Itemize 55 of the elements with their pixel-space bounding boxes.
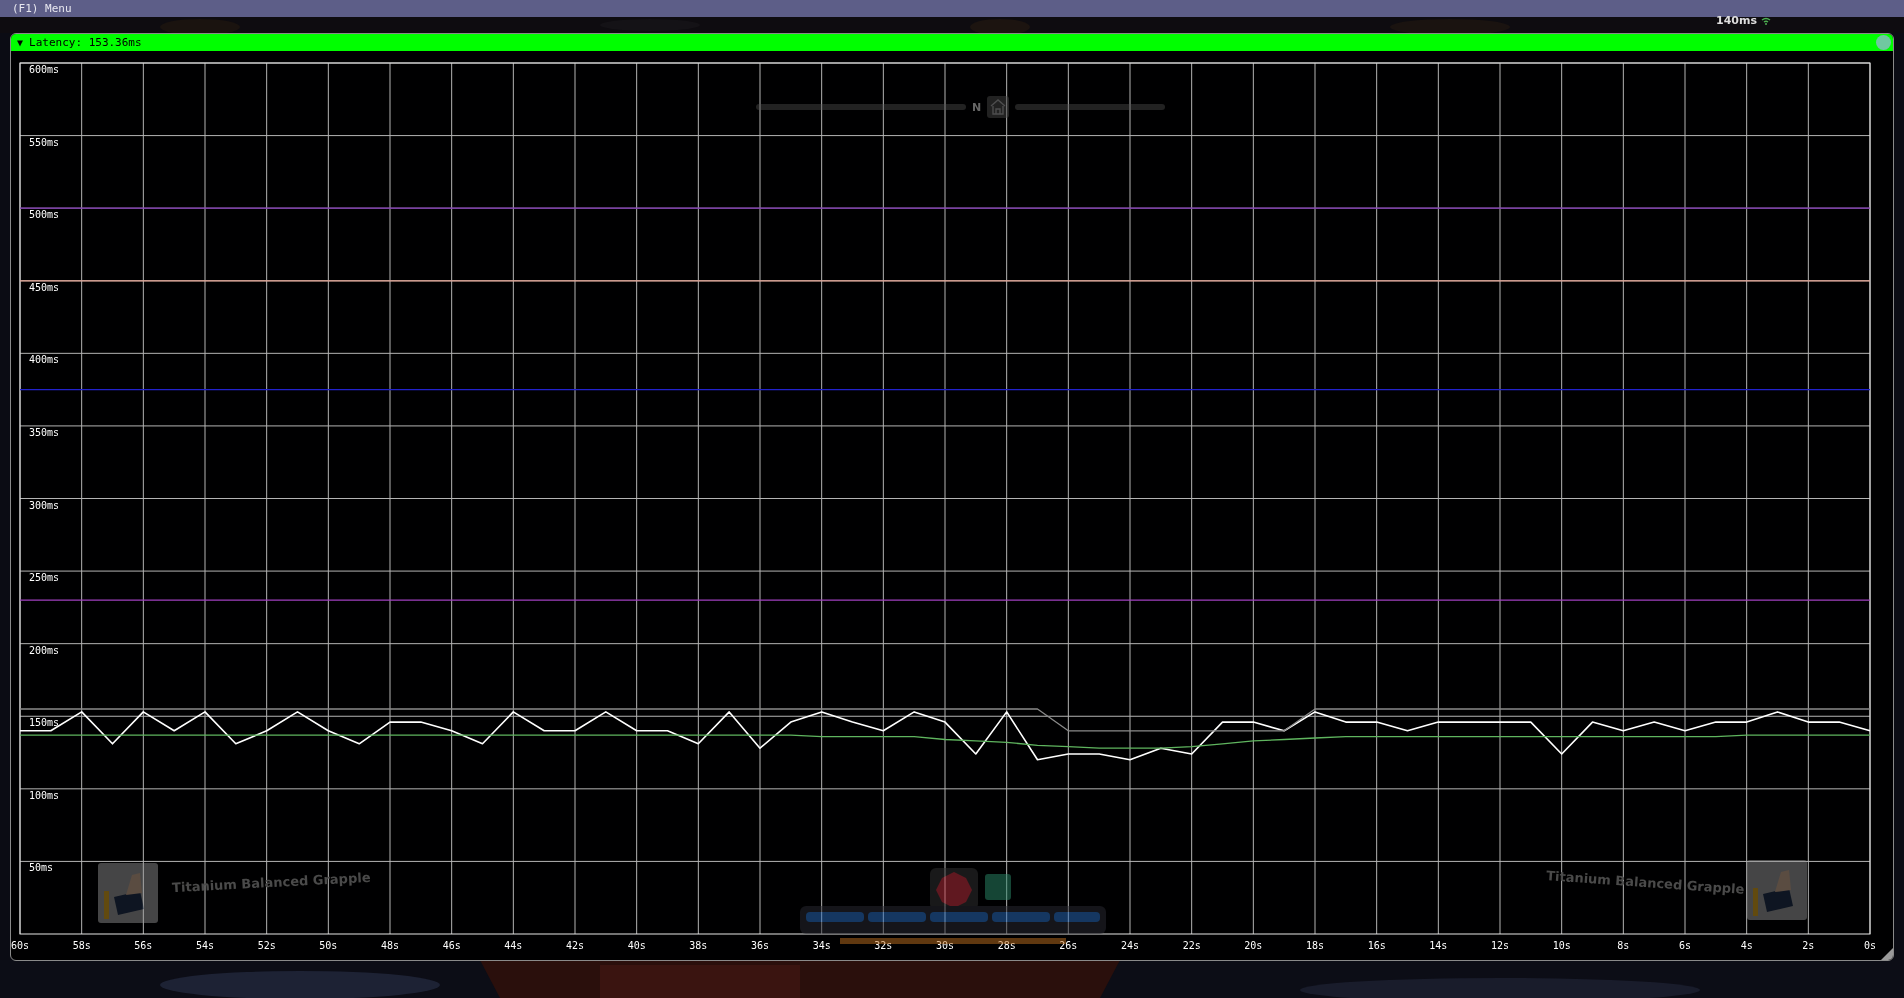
x-axis-label: 6s	[1679, 940, 1691, 951]
compass-letter: N	[972, 100, 982, 114]
item-label: Titanium Balanced Grapple	[1545, 868, 1745, 897]
house-icon	[987, 96, 1010, 118]
grapple-icon	[96, 861, 160, 925]
x-axis-label: 2s	[1802, 940, 1815, 951]
y-axis-label: 450ms	[29, 281, 60, 293]
x-axis-label: 8s	[1617, 940, 1630, 951]
item-label: Titanium Balanced Grapple	[171, 869, 371, 896]
x-axis-label: 58s	[72, 940, 91, 951]
x-axis-label: 46s	[442, 940, 461, 951]
x-axis-label: 18s	[1305, 940, 1325, 951]
y-axis-label: 500ms	[29, 209, 60, 221]
x-axis-label: 14s	[1429, 940, 1448, 951]
x-axis-label: 40s	[627, 940, 646, 951]
x-axis-label: 22s	[1182, 940, 1201, 951]
x-axis-label: 48s	[380, 940, 400, 951]
x-axis-label: 44s	[504, 940, 523, 951]
signal-icon	[1761, 16, 1771, 25]
x-axis-label: 56s	[134, 940, 153, 951]
x-axis-label: 20s	[1244, 940, 1263, 951]
x-axis-label: 4s	[1740, 940, 1753, 951]
y-axis-label: 550ms	[29, 136, 60, 148]
x-axis-label: 52s	[257, 940, 276, 951]
x-axis-label: 10s	[1552, 940, 1571, 951]
x-axis-label: 60s	[11, 940, 30, 951]
x-axis-label: 16s	[1367, 940, 1386, 951]
x-axis-label: 24s	[1120, 940, 1140, 951]
grapple-icon	[1745, 858, 1809, 922]
y-axis-label: 600ms	[29, 64, 60, 75]
y-axis-label: 150ms	[29, 717, 60, 729]
x-axis-label: 28s	[997, 940, 1016, 951]
y-axis-label: 200ms	[29, 644, 60, 656]
window-title: Latency: 153.36ms	[29, 36, 142, 49]
x-axis-label: 32s	[874, 940, 893, 951]
collapse-arrow[interactable]: ▼	[17, 37, 24, 48]
x-axis-label: 50s	[319, 940, 338, 951]
x-axis-label: 26s	[1059, 940, 1078, 951]
x-axis-label: 30s	[935, 940, 955, 951]
x-axis-label: 42s	[565, 940, 585, 951]
menu-label[interactable]: (F1) Menu	[12, 2, 72, 15]
resize-grip[interactable]	[1881, 948, 1893, 960]
x-axis-label: 12s	[1490, 940, 1510, 951]
x-axis-label: 0s	[1864, 940, 1876, 951]
y-axis-label: 400ms	[29, 354, 60, 366]
y-axis-label: 350ms	[29, 426, 60, 438]
y-axis-label: 50ms	[29, 862, 54, 874]
x-axis-label: 36s	[750, 940, 770, 951]
x-axis-label: 38s	[689, 940, 708, 951]
y-axis-label: 250ms	[29, 572, 60, 584]
x-axis-label: 34s	[812, 940, 831, 951]
ping-text: 140ms	[1716, 14, 1757, 27]
x-axis-label: 54s	[195, 940, 215, 951]
y-axis-label: 100ms	[29, 789, 60, 801]
y-axis-label: 300ms	[29, 499, 60, 511]
